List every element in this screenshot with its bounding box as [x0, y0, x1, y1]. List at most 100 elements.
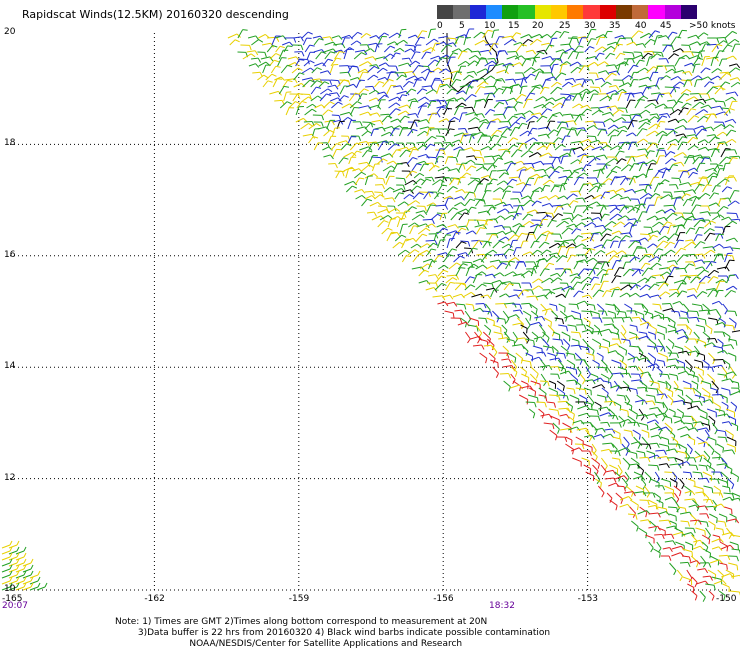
wind-barb — [407, 200, 421, 207]
wind-barb — [428, 164, 440, 172]
longitude-label: -150 — [716, 594, 737, 604]
wind-barb — [629, 163, 640, 172]
wind-barb — [470, 50, 482, 56]
wind-barb — [667, 338, 675, 349]
wind-barb — [672, 300, 684, 306]
wind-barb — [381, 115, 393, 123]
time-label: 20:07 — [2, 601, 28, 611]
wind-barb — [614, 475, 628, 480]
wind-barb — [681, 44, 692, 51]
wind-barb — [668, 164, 678, 172]
wind-barb — [697, 568, 709, 574]
wind-barb — [280, 64, 293, 74]
wind-barb — [641, 429, 650, 438]
wind-barb — [399, 115, 410, 123]
wind-barb — [664, 540, 676, 546]
wind-barb — [589, 415, 601, 422]
wind-barb — [673, 152, 687, 158]
wind-barb — [729, 77, 740, 82]
wind-barb — [378, 62, 390, 67]
wind-barb — [674, 419, 685, 425]
wind-barb — [603, 380, 612, 388]
wind-barb — [728, 67, 740, 74]
wind-barb — [713, 485, 722, 496]
wind-barb — [505, 78, 517, 84]
wind-barb — [612, 443, 618, 455]
wind-barb — [665, 158, 677, 165]
wind-barb — [313, 38, 324, 46]
wind-barb — [425, 38, 439, 46]
wind-barb — [620, 232, 633, 238]
wind-barb — [352, 121, 363, 127]
wind-barb — [322, 36, 333, 42]
wind-barb — [622, 316, 633, 322]
wind-barb — [636, 450, 646, 458]
wind-barb — [648, 338, 657, 350]
wind-barb — [702, 303, 710, 315]
wind-barb — [632, 429, 641, 440]
wind-barb — [677, 426, 690, 431]
wind-barb — [544, 262, 555, 270]
wind-barb — [418, 280, 431, 285]
wind-barb — [681, 102, 692, 109]
wind-barb — [377, 76, 389, 82]
wind-barb — [710, 105, 724, 111]
wind-barb — [542, 179, 555, 186]
wind-barb — [716, 205, 729, 214]
wind-barb — [646, 56, 655, 67]
wind-barb — [584, 248, 596, 256]
wind-barb — [728, 63, 740, 69]
wind-barb — [417, 96, 430, 102]
wind-barb — [436, 227, 448, 235]
wind-barb — [549, 394, 561, 401]
wind-barb — [413, 79, 422, 88]
wind-barb — [546, 401, 556, 408]
wind-barb — [475, 199, 485, 207]
wind-barb — [476, 81, 489, 88]
wind-barb — [591, 216, 603, 222]
wind-barb — [593, 433, 605, 439]
wind-barb — [616, 394, 627, 401]
wind-barb — [700, 67, 711, 74]
wind-barb — [713, 580, 727, 585]
wind-barb — [591, 109, 604, 116]
wind-barb — [711, 471, 723, 478]
wind-barb — [288, 101, 301, 109]
wind-barb — [540, 184, 551, 193]
wind-barb — [662, 44, 673, 53]
wind-barb — [710, 56, 719, 67]
wind-barb — [586, 135, 598, 142]
wind-barb — [482, 241, 492, 249]
wind-barb — [540, 33, 552, 39]
wind-barb — [424, 70, 435, 81]
wind-barb — [538, 387, 547, 399]
wind-barb — [550, 86, 563, 95]
wind-barb — [545, 255, 558, 263]
wind-barb — [589, 139, 602, 145]
wind-barb — [696, 436, 706, 448]
wind-barb — [684, 263, 695, 270]
wind-barb — [269, 53, 281, 60]
wind-barb — [467, 79, 479, 88]
wind-barb — [538, 241, 550, 249]
wind-barb — [506, 178, 518, 186]
wind-barb — [509, 83, 522, 89]
wind-barb — [673, 161, 685, 167]
wind-barb — [447, 207, 458, 214]
wind-barb — [632, 91, 645, 98]
wind-barb — [682, 471, 693, 478]
wind-barb — [513, 101, 523, 109]
wind-barb — [629, 71, 639, 81]
wind-barb — [687, 338, 698, 344]
wind-barb — [635, 59, 645, 67]
wind-barb — [446, 274, 460, 280]
wind-barb — [541, 55, 554, 61]
wind-barb — [341, 34, 353, 40]
wind-barb — [445, 281, 456, 291]
wind-barb — [437, 184, 448, 193]
wind-barb — [664, 275, 674, 284]
wind-barb — [550, 272, 562, 278]
wind-barb — [564, 77, 576, 83]
wind-barb — [716, 142, 725, 151]
wind-barb — [639, 456, 651, 463]
